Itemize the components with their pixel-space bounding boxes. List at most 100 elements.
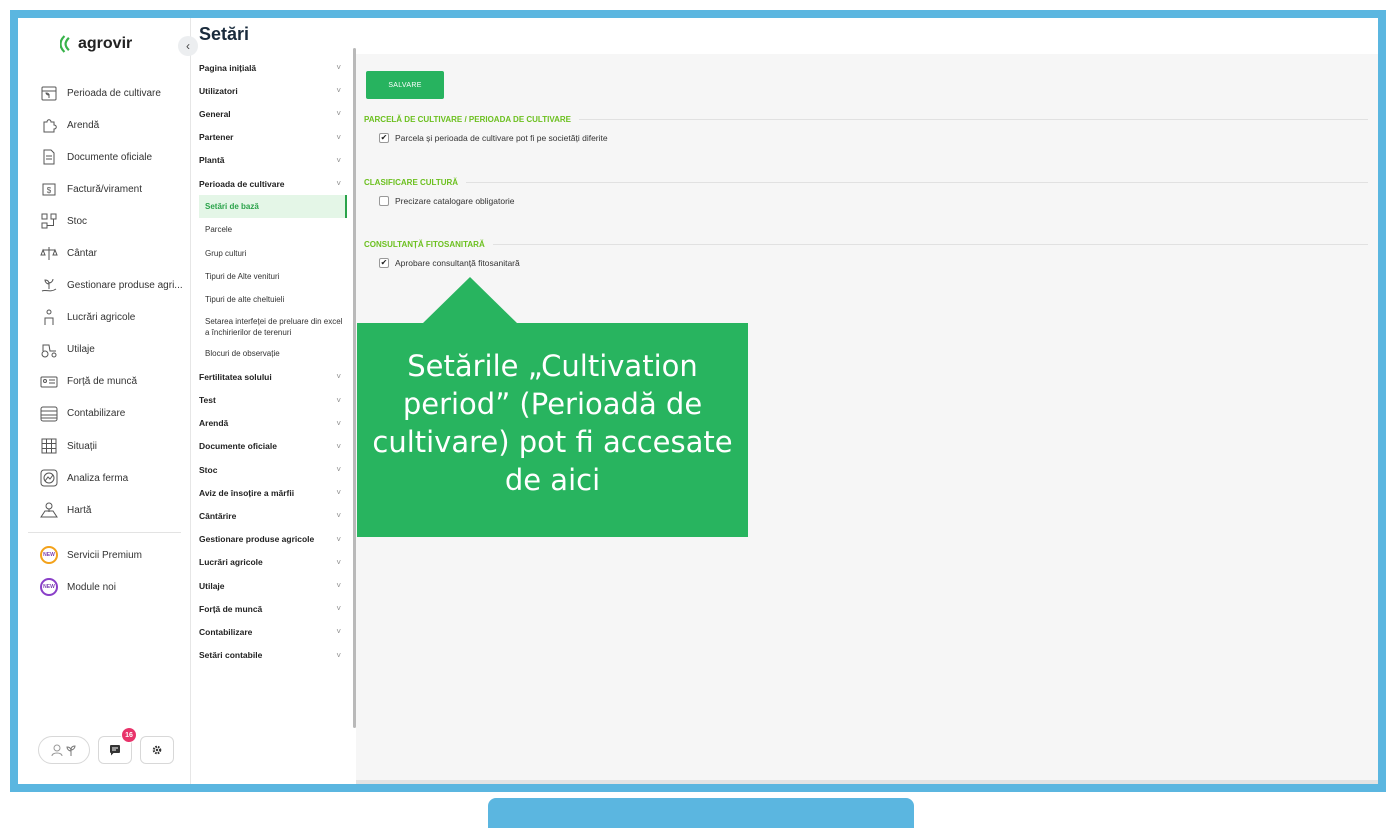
settings-subitem[interactable]: Blocuri de observație <box>199 342 347 365</box>
settings-item[interactable]: Documente oficiale ˅ <box>199 435 347 458</box>
nav-item-label: Hartă <box>67 504 92 516</box>
section-parcel-period: PARCELĂ DE CULTIVARE / PERIOADA DE CULTI… <box>364 115 1368 143</box>
nav-item-perioada-de-cultivare[interactable]: Perioada de cultivare <box>18 77 191 109</box>
plant-hand-icon <box>41 278 57 292</box>
chevron-down-icon: ˅ <box>336 86 341 96</box>
chevron-down-icon: ˅ <box>336 557 341 567</box>
settings-subitem[interactable]: Grup culturi <box>199 242 347 265</box>
settings-subitem[interactable]: Tipuri de alte cheltuieli <box>199 288 347 311</box>
nav-item-arend[interactable]: Arendă <box>18 109 191 141</box>
nav-item-label: Stoc <box>67 215 88 227</box>
nav-item-lucr-ri-agricole[interactable]: Lucrări agricole <box>18 302 191 334</box>
settings-item-label: Lucrări agricole <box>199 557 263 568</box>
settings-subitem-label: Setarea interfeței de preluare din excel… <box>205 316 343 337</box>
nav-item-for-de-munc[interactable]: Forță de muncă <box>18 366 191 398</box>
save-button[interactable]: SALVARE <box>366 71 444 99</box>
chevron-down-icon: ˅ <box>336 650 341 660</box>
section-crop-classification: CLASIFICARE CULTURĂ Precizare catalogare… <box>364 178 1368 206</box>
option-checkbox[interactable]: ✔ <box>379 258 389 268</box>
nav-item-utilaje[interactable]: Utilaje <box>18 334 191 366</box>
option-row: ✔ Aprobare consultanță fitosanitară <box>379 258 1368 268</box>
settings-item[interactable]: Gestionare produse agricole ˅ <box>199 528 347 551</box>
section-title: CONSULTANȚĂ FITOSANITARĂ <box>364 240 1368 249</box>
option-checkbox[interactable] <box>379 196 389 206</box>
settings-item-label: Arendă <box>199 418 229 429</box>
nav-item-premium-0[interactable]: NEW Servicii Premium <box>18 539 191 571</box>
callout-pointer <box>422 277 518 324</box>
option-checkbox[interactable]: ✔ <box>379 133 389 143</box>
settings-item-label: Fertilitatea solului <box>199 371 272 382</box>
settings-item[interactable]: Perioada de cultivare ˅ <box>199 172 347 195</box>
grid-report-icon <box>41 438 57 454</box>
settings-subitem[interactable]: Setări de bază <box>199 195 347 219</box>
nav-item-contabilizare[interactable]: Contabilizare <box>18 398 191 430</box>
nav-item-gestionare-produse-agri[interactable]: Gestionare produse agri... <box>18 270 191 302</box>
settings-subitem-label: Setări de bază <box>205 202 259 212</box>
settings-item-label: Forță de muncă <box>199 603 263 614</box>
settings-item[interactable]: Pagina inițială ˅ <box>199 56 347 79</box>
chart-circle-icon <box>40 469 58 487</box>
chevron-down-icon: ˅ <box>336 441 341 451</box>
settings-item[interactable]: Setări contabile ˅ <box>199 644 347 667</box>
nav-item-label: Forță de muncă <box>67 376 138 388</box>
nav-item-documente-oficiale[interactable]: Documente oficiale <box>18 141 191 173</box>
chevron-down-icon: ˅ <box>336 109 341 119</box>
nav-item-hart[interactable]: Hartă <box>18 494 191 526</box>
chevron-down-icon: ˅ <box>336 465 341 475</box>
settings-item[interactable]: Cântărire ˅ <box>199 504 347 527</box>
settings-item[interactable]: Utilizatori ˅ <box>199 79 347 102</box>
settings-item[interactable]: Arendă ˅ <box>199 412 347 435</box>
stock-icon <box>41 213 57 229</box>
settings-item-label: Utilizatori <box>199 85 238 96</box>
nav-item-stoc[interactable]: Stoc <box>18 205 191 237</box>
nav-item-premium-1[interactable]: NEW Module noi <box>18 571 191 603</box>
settings-item[interactable]: Partener ˅ <box>199 126 347 149</box>
nav-item-analiza-ferma[interactable]: Analiza ferma <box>18 462 191 494</box>
nav-item-label: Contabilizare <box>67 408 126 420</box>
chat-icon <box>110 745 120 756</box>
tutorial-callout: Setările „Cultivation period” (Perioadă … <box>357 323 748 537</box>
settings-item-label: Pagina inițială <box>199 62 257 73</box>
user-farm-switch[interactable] <box>38 736 90 764</box>
settings-menu: Setări Pagina inițială ˅ Utilizatori ˅ Gener… <box>191 18 356 784</box>
settings-item[interactable]: Utilaje ˅ <box>199 574 347 597</box>
settings-item[interactable]: Fertilitatea solului ˅ <box>199 365 347 388</box>
option-label: Aprobare consultanță fitosanitară <box>395 258 520 268</box>
nav-item-situa-ii[interactable]: Situații <box>18 430 191 462</box>
settings-item[interactable]: Plantă ˅ <box>199 149 347 172</box>
invoice-icon: $ <box>42 183 56 196</box>
settings-item[interactable]: Contabilizare ˅ <box>199 620 347 643</box>
settings-item[interactable]: General ˅ <box>199 102 347 125</box>
nav-item-label: Arendă <box>67 119 100 131</box>
section-title-text: CLASIFICARE CULTURĂ <box>364 178 459 187</box>
settings-subitem[interactable]: Setarea interfeței de preluare din excel… <box>199 311 347 342</box>
nav-item-c-ntar[interactable]: Cântar <box>18 237 191 269</box>
messages-button[interactable]: 16 <box>98 727 137 764</box>
collapse-sidebar-button[interactable]: ‹ <box>178 36 198 56</box>
settings-item[interactable]: Forță de muncă ˅ <box>199 597 347 620</box>
settings-item[interactable]: Test ˅ <box>199 388 347 411</box>
agrovir-logo[interactable]: agrovir <box>60 34 132 54</box>
settings-item[interactable]: Lucrări agricole ˅ <box>199 551 347 574</box>
settings-subitem[interactable]: Parcele <box>199 218 347 241</box>
nav-item-factur-virament[interactable]: $ Factură/virament <box>18 173 191 205</box>
id-card-icon <box>40 376 58 388</box>
scale-icon <box>40 246 58 260</box>
chevron-down-icon: ˅ <box>336 132 341 142</box>
settings-subitem-label: Grup culturi <box>205 248 247 258</box>
settings-item-label: Partener <box>199 132 234 143</box>
settings-item-label: Gestionare produse agricole <box>199 534 315 545</box>
settings-item-label: Cântărire <box>199 510 237 521</box>
settings-item[interactable]: Stoc ˅ <box>199 458 347 481</box>
bottom-toolbar: 16 <box>38 727 174 764</box>
calendar-plant-icon <box>41 86 57 101</box>
logo-text: agrovir <box>78 35 133 52</box>
nav-item-label: Analiza ferma <box>67 472 129 484</box>
avatar-icon <box>51 744 63 757</box>
settings-item[interactable]: Aviz de însoțire a mărfii ˅ <box>199 481 347 504</box>
chevron-down-icon: ˅ <box>336 395 341 405</box>
settings-button[interactable] <box>140 736 174 764</box>
settings-subitem[interactable]: Tipuri de Alte venituri <box>199 265 347 288</box>
settings-item-label: Utilaje <box>199 580 225 591</box>
option-label: Precizare catalogare obligatorie <box>395 196 515 206</box>
